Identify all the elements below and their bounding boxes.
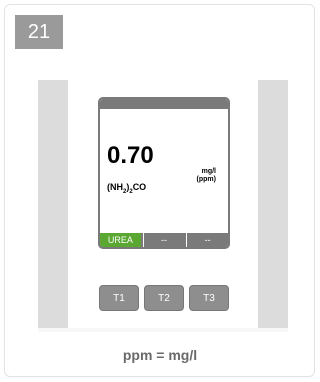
lcd-tab-empty-1: -- [142,233,185,247]
device-side-right [258,80,288,328]
chemical-formula: (NH2)2CO [107,182,146,198]
t1-button[interactable]: T1 [99,285,139,311]
formula-prefix: (NH [107,182,123,192]
t3-button[interactable]: T3 [189,285,229,311]
lcd-tab-bar: UREA -- -- [100,233,228,247]
unit-mg-per-l: mg/l [201,168,216,175]
measurement-value: 0.70 [107,142,154,169]
caption: ppm = mg/l [122,347,198,363]
formula-suffix: CO [132,182,147,192]
step-number-badge: 21 [15,15,63,49]
t2-button[interactable]: T2 [144,285,184,311]
step-number: 21 [27,20,51,43]
lcd-tab-empty-2: -- [186,233,228,247]
lcd-header-bar [100,99,228,109]
lcd-display: 0.70 mg/l (ppm) (NH2)2CO UREA -- -- [98,97,230,249]
lcd-tab-urea: UREA [100,233,141,247]
unit-ppm: (ppm) [196,176,216,183]
device-side-left [38,80,68,328]
